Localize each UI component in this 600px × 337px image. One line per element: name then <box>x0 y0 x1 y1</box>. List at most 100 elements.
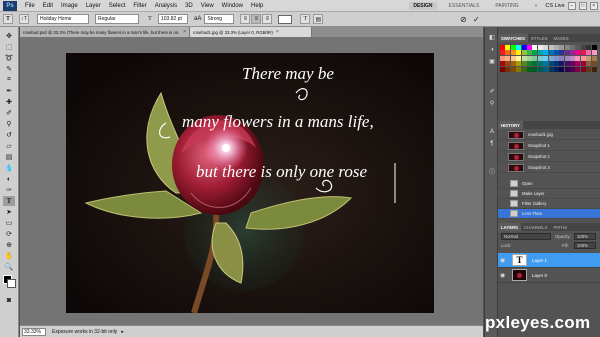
layer-name[interactable]: Layer 0 <box>532 273 547 278</box>
color-swatch[interactable] <box>586 45 592 50</box>
gradient-tool-icon[interactable]: ▤ <box>3 152 15 162</box>
color-swatch[interactable] <box>532 45 538 50</box>
color-swatch[interactable] <box>564 55 570 61</box>
pen-tool-icon[interactable]: ✑ <box>3 185 15 195</box>
color-swatch[interactable] <box>553 55 559 61</box>
color-swatch[interactable] <box>532 61 538 67</box>
color-swatch[interactable] <box>521 45 527 50</box>
menu-window[interactable]: Window <box>218 3 247 9</box>
tab-masks[interactable]: MASKS <box>551 36 572 41</box>
color-swatch[interactable] <box>526 66 532 72</box>
opacity-field[interactable]: 100% <box>574 233 596 240</box>
color-swatch[interactable] <box>559 61 565 67</box>
lasso-tool-icon[interactable]: ➰ <box>3 53 15 63</box>
commit-edits-icon[interactable]: ✓ <box>471 14 481 24</box>
history-state-row[interactable]: Open <box>498 179 600 189</box>
menu-filter[interactable]: Filter <box>129 3 150 9</box>
menu-help[interactable]: Help <box>247 3 267 9</box>
color-swatch[interactable] <box>500 61 505 67</box>
blend-mode-select[interactable]: Normal <box>501 233 551 240</box>
color-swatch[interactable] <box>591 45 597 50</box>
tab-swatches[interactable]: SWATCHES <box>498 34 529 42</box>
tab-channels[interactable]: CHANNELS <box>521 225 550 230</box>
color-swatch[interactable] <box>532 55 538 61</box>
status-arrow-icon[interactable]: ▸ <box>121 329 124 335</box>
color-swatch[interactable] <box>516 55 522 61</box>
color-swatch[interactable] <box>553 66 559 72</box>
color-swatch[interactable] <box>553 50 559 56</box>
adjustments-panel-icon[interactable]: ◑ <box>487 45 497 54</box>
type-tool-icon[interactable]: T <box>3 196 15 206</box>
tab-history[interactable]: HISTORY <box>498 121 523 129</box>
history-brush-tool-icon[interactable]: ↺ <box>3 130 15 140</box>
color-swatch[interactable] <box>564 61 570 67</box>
history-snapshot-row[interactable]: Snapshot 2 <box>498 152 600 162</box>
color-swatch[interactable] <box>570 45 576 50</box>
color-swatch[interactable] <box>505 55 511 61</box>
color-swatch[interactable] <box>537 55 543 61</box>
color-swatch[interactable] <box>575 61 581 67</box>
color-swatch[interactable] <box>532 66 538 72</box>
color-swatch[interactable] <box>516 45 522 50</box>
clone-stamp-tool-icon[interactable]: ⚲ <box>3 119 15 129</box>
tab-styles[interactable]: STYLES <box>528 36 550 41</box>
menu-image[interactable]: Image <box>57 3 82 9</box>
tab-rosebud1-jpg[interactable]: rosebud1.jpg @ 33.3% (Layer 0, RGB/8#) × <box>190 27 312 37</box>
menu-select[interactable]: Select <box>105 3 130 9</box>
eyedropper-tool-icon[interactable]: ✒ <box>3 86 15 96</box>
close-tab-icon[interactable]: × <box>183 29 186 35</box>
color-swatch[interactable] <box>564 66 570 72</box>
color-swatch[interactable] <box>500 66 505 72</box>
menu-layer[interactable]: Layer <box>82 3 105 9</box>
color-swatch[interactable] <box>548 66 554 72</box>
eraser-tool-icon[interactable]: ▱ <box>3 141 15 151</box>
crop-tool-icon[interactable]: ⌗ <box>3 75 15 85</box>
color-panel-icon[interactable]: ◧ <box>487 33 497 42</box>
color-swatch[interactable] <box>586 50 592 56</box>
color-swatch[interactable] <box>500 45 505 50</box>
color-swatch[interactable] <box>580 45 586 50</box>
quick-mask-icon[interactable]: ◙ <box>3 295 15 305</box>
color-swatch[interactable] <box>521 66 527 72</box>
color-swatch[interactable] <box>510 66 516 72</box>
color-swatch[interactable] <box>570 50 576 56</box>
history-state-row-active[interactable]: Lens Flare <box>498 209 600 219</box>
color-swatch[interactable] <box>586 66 592 72</box>
color-swatch[interactable] <box>564 50 570 56</box>
color-swatch[interactable] <box>510 45 516 50</box>
close-tab-icon[interactable]: × <box>276 29 279 35</box>
color-swatch[interactable] <box>505 45 511 50</box>
color-swatch[interactable] <box>591 61 597 67</box>
character-panel-icon[interactable]: A <box>487 127 497 136</box>
color-swatch[interactable] <box>580 66 586 72</box>
tab-paths[interactable]: PATHS <box>550 225 570 230</box>
color-swatch[interactable] <box>580 61 586 67</box>
healing-brush-tool-icon[interactable]: ✚ <box>3 97 15 107</box>
zoom-tool-icon[interactable]: 🔍 <box>3 262 15 272</box>
text-orientation-icon[interactable]: ↕T <box>19 14 29 24</box>
color-swatch[interactable] <box>521 55 527 61</box>
move-tool-icon[interactable]: ✥ <box>3 31 15 41</box>
font-family-select[interactable]: Holiday Home <box>37 14 89 24</box>
text-color-swatch[interactable] <box>278 14 293 24</box>
color-swatch[interactable] <box>500 50 505 56</box>
brush-panel-icon[interactable]: ✐ <box>487 87 497 96</box>
color-swatch[interactable] <box>580 55 586 61</box>
color-swatch[interactable] <box>500 55 505 61</box>
color-swatch[interactable] <box>570 55 576 61</box>
color-swatch[interactable] <box>580 50 586 56</box>
masks-panel-icon[interactable]: ▣ <box>487 57 497 66</box>
history-snapshot-row[interactable]: Snapshot 3 <box>498 163 600 173</box>
align-left-icon[interactable]: ≡ <box>240 14 251 24</box>
color-swatch[interactable] <box>543 55 549 61</box>
color-swatch[interactable] <box>510 61 516 67</box>
font-style-select[interactable]: Regular <box>95 14 139 24</box>
close-icon[interactable]: × <box>589 1 598 10</box>
color-swatch[interactable] <box>505 66 511 72</box>
color-swatch[interactable] <box>516 66 522 72</box>
tab-layers[interactable]: LAYERS <box>498 223 522 231</box>
background-color-swatch[interactable] <box>7 279 16 288</box>
layer-row[interactable]: ◉ Layer 0 <box>498 268 600 283</box>
3d-camera-tool-icon[interactable]: ⊕ <box>3 240 15 250</box>
photoshop-logo-icon[interactable]: Ps <box>3 0 17 11</box>
